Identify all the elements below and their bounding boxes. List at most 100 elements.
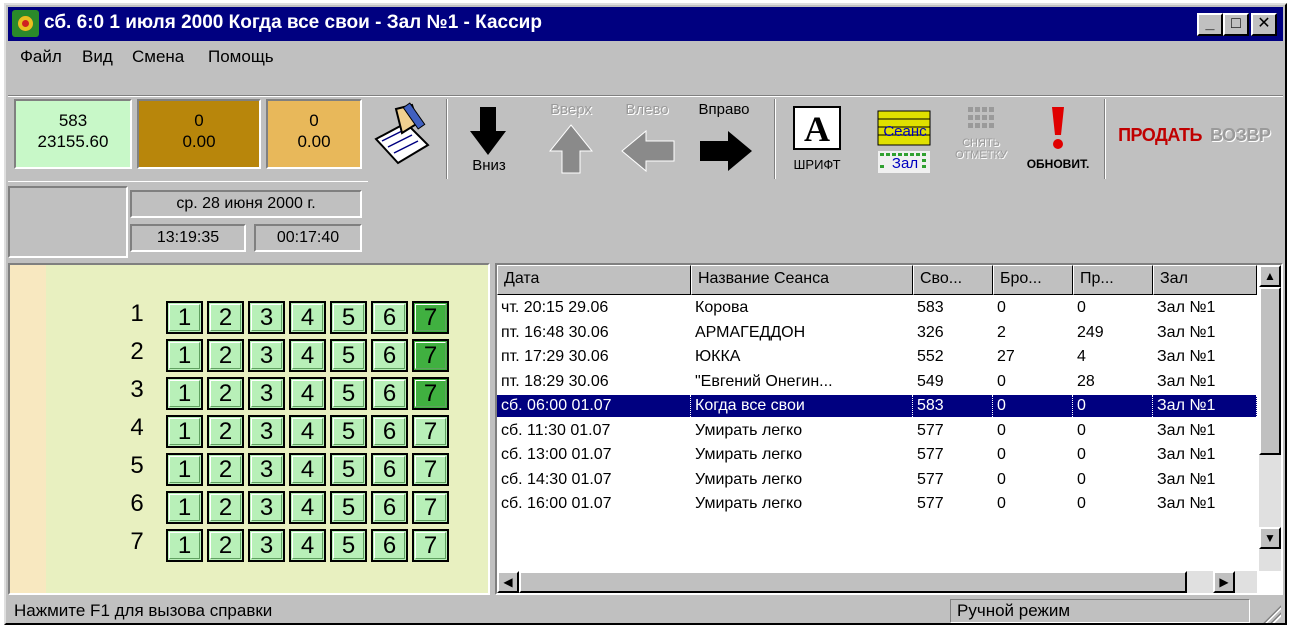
seat[interactable]: 7 — [412, 301, 449, 334]
journal-button[interactable] — [366, 101, 436, 179]
menu-file[interactable]: Файл — [20, 47, 62, 67]
seat[interactable]: 7 — [412, 415, 449, 448]
menu-shift[interactable]: Смена — [132, 47, 184, 67]
vertical-scroll-thumb[interactable] — [1259, 287, 1281, 455]
seat[interactable]: 6 — [371, 301, 408, 334]
down-button[interactable]: Вниз — [458, 101, 520, 179]
table-cell: чт. 20:15 29.06 — [501, 299, 609, 316]
table-row[interactable]: сб. 13:00 01.07 Умирать легко 577 0 0 Зал №1 — [497, 444, 1257, 466]
scroll-down-arrow-icon[interactable]: ▼ — [1259, 527, 1281, 549]
arrow-left-icon — [621, 129, 675, 173]
unmark-button[interactable]: СНЯТЬ ОТМЕТКУ — [946, 101, 1016, 179]
seat[interactable]: 6 — [371, 491, 408, 524]
table-row[interactable]: пт. 18:29 30.06 "Евгений Онегин... 549 0 28 З… — [497, 371, 1257, 393]
seat[interactable]: 2 — [207, 415, 244, 448]
font-button[interactable]: A ШРИФТ — [784, 101, 850, 179]
horizontal-scrollbar[interactable]: ◀ ▶ — [497, 571, 1257, 593]
seat[interactable]: 6 — [371, 529, 408, 562]
seat[interactable]: 6 — [371, 377, 408, 410]
table-row[interactable]: сб. 11:30 01.07 Умирать легко 577 0 0 Зал №1 — [497, 420, 1257, 442]
seat[interactable]: 7 — [412, 491, 449, 524]
row-number: 4 — [130, 414, 144, 441]
menu-help[interactable]: Помощь — [208, 47, 274, 67]
close-button[interactable]: ✕ — [1251, 13, 1277, 36]
table-row[interactable]: сб. 14:30 01.07 Умирать легко 577 0 0 Зал №1 — [497, 469, 1257, 491]
table-row[interactable]: пт. 17:29 30.06 ЮККА 552 27 4 Зал №1 — [497, 346, 1257, 368]
seat[interactable]: 3 — [248, 491, 285, 524]
title-bar[interactable]: сб. 6:0 1 июля 2000 Когда все свои - Зал… — [8, 7, 1283, 41]
seat[interactable]: 4 — [289, 529, 326, 562]
seat[interactable]: 2 — [207, 339, 244, 372]
sell-button[interactable]: ПРОДАТЬ — [1118, 101, 1202, 179]
seat[interactable]: 2 — [207, 491, 244, 524]
column-sold[interactable]: Пр... — [1073, 265, 1153, 295]
table-cell: 583 — [913, 395, 993, 417]
seat[interactable]: 1 — [166, 453, 203, 486]
maximize-button[interactable]: □ — [1223, 13, 1249, 36]
session-hall-button[interactable]: Сеанс Зал — [872, 101, 938, 179]
column-free[interactable]: Сво... — [913, 265, 993, 295]
seat[interactable]: 3 — [248, 301, 285, 334]
scroll-left-arrow-icon[interactable]: ◀ — [497, 571, 519, 593]
table-row[interactable]: сб. 16:00 01.07 Умирать легко 577 0 0 Зал №1 — [497, 493, 1257, 515]
table-cell: 0 — [997, 495, 1006, 512]
left-button[interactable]: Влево — [612, 101, 682, 179]
seat[interactable]: 1 — [166, 529, 203, 562]
seat[interactable]: 3 — [248, 453, 285, 486]
column-title[interactable]: Название Сеанса — [691, 265, 913, 295]
seat[interactable]: 6 — [371, 453, 408, 486]
seat[interactable]: 2 — [207, 529, 244, 562]
seat[interactable]: 4 — [289, 491, 326, 524]
resize-grip-icon[interactable] — [1263, 605, 1281, 623]
app-icon[interactable] — [12, 10, 39, 37]
minimize-button[interactable]: _ — [1197, 13, 1223, 36]
column-date[interactable]: Дата — [497, 265, 691, 295]
seat[interactable]: 7 — [412, 377, 449, 410]
seat[interactable]: 7 — [412, 529, 449, 562]
seat[interactable]: 6 — [371, 339, 408, 372]
seat[interactable]: 2 — [207, 453, 244, 486]
seat[interactable]: 2 — [207, 377, 244, 410]
seat[interactable]: 5 — [330, 529, 367, 562]
seat[interactable]: 5 — [330, 415, 367, 448]
seat[interactable]: 6 — [371, 415, 408, 448]
seat[interactable]: 4 — [289, 415, 326, 448]
seat[interactable]: 2 — [207, 301, 244, 334]
scroll-up-arrow-icon[interactable]: ▲ — [1259, 265, 1281, 287]
seat[interactable]: 1 — [166, 491, 203, 524]
seat[interactable]: 3 — [248, 415, 285, 448]
table-row[interactable]: пт. 16:48 30.06 АРМАГЕДДОН 326 2 249 Зал №1 — [497, 322, 1257, 344]
menu-view[interactable]: Вид — [82, 47, 113, 67]
seat[interactable]: 7 — [412, 453, 449, 486]
horizontal-scroll-thumb[interactable] — [519, 571, 1187, 593]
table-row[interactable]: сб. 06:00 01.07 Когда все свои 583 0 0 Зал №1 — [497, 395, 1257, 417]
scroll-right-arrow-icon[interactable]: ▶ — [1213, 571, 1235, 593]
seat[interactable]: 1 — [166, 415, 203, 448]
seat[interactable]: 5 — [330, 339, 367, 372]
seat[interactable]: 5 — [330, 453, 367, 486]
seat[interactable]: 5 — [330, 491, 367, 524]
seat[interactable]: 1 — [166, 301, 203, 334]
vertical-scrollbar[interactable]: ▲ ▼ — [1259, 265, 1281, 571]
seat[interactable]: 5 — [330, 301, 367, 334]
seat[interactable]: 3 — [248, 339, 285, 372]
seat[interactable]: 7 — [412, 339, 449, 372]
seat[interactable]: 4 — [289, 453, 326, 486]
seat[interactable]: 1 — [166, 377, 203, 410]
seat[interactable]: 3 — [248, 529, 285, 562]
return-button[interactable]: ВОЗВР — [1206, 101, 1282, 179]
seat[interactable]: 4 — [289, 301, 326, 334]
session-list: Дата Название Сеанса Сво... Бро... Пр...… — [495, 263, 1283, 595]
seat[interactable]: 3 — [248, 377, 285, 410]
up-button[interactable]: Вверх — [536, 101, 606, 179]
column-hall[interactable]: Зал — [1153, 265, 1257, 295]
seat[interactable]: 5 — [330, 377, 367, 410]
seat[interactable]: 4 — [289, 339, 326, 372]
seat[interactable]: 1 — [166, 339, 203, 372]
refresh-button[interactable]: ОБНОВИТ. — [1018, 101, 1098, 179]
seat[interactable]: 4 — [289, 377, 326, 410]
table-row[interactable]: чт. 20:15 29.06 Корова 583 0 0 Зал №1 — [497, 297, 1257, 319]
right-button[interactable]: Вправо — [688, 101, 760, 179]
column-booked[interactable]: Бро... — [993, 265, 1073, 295]
table-cell: 0 — [1073, 395, 1153, 417]
